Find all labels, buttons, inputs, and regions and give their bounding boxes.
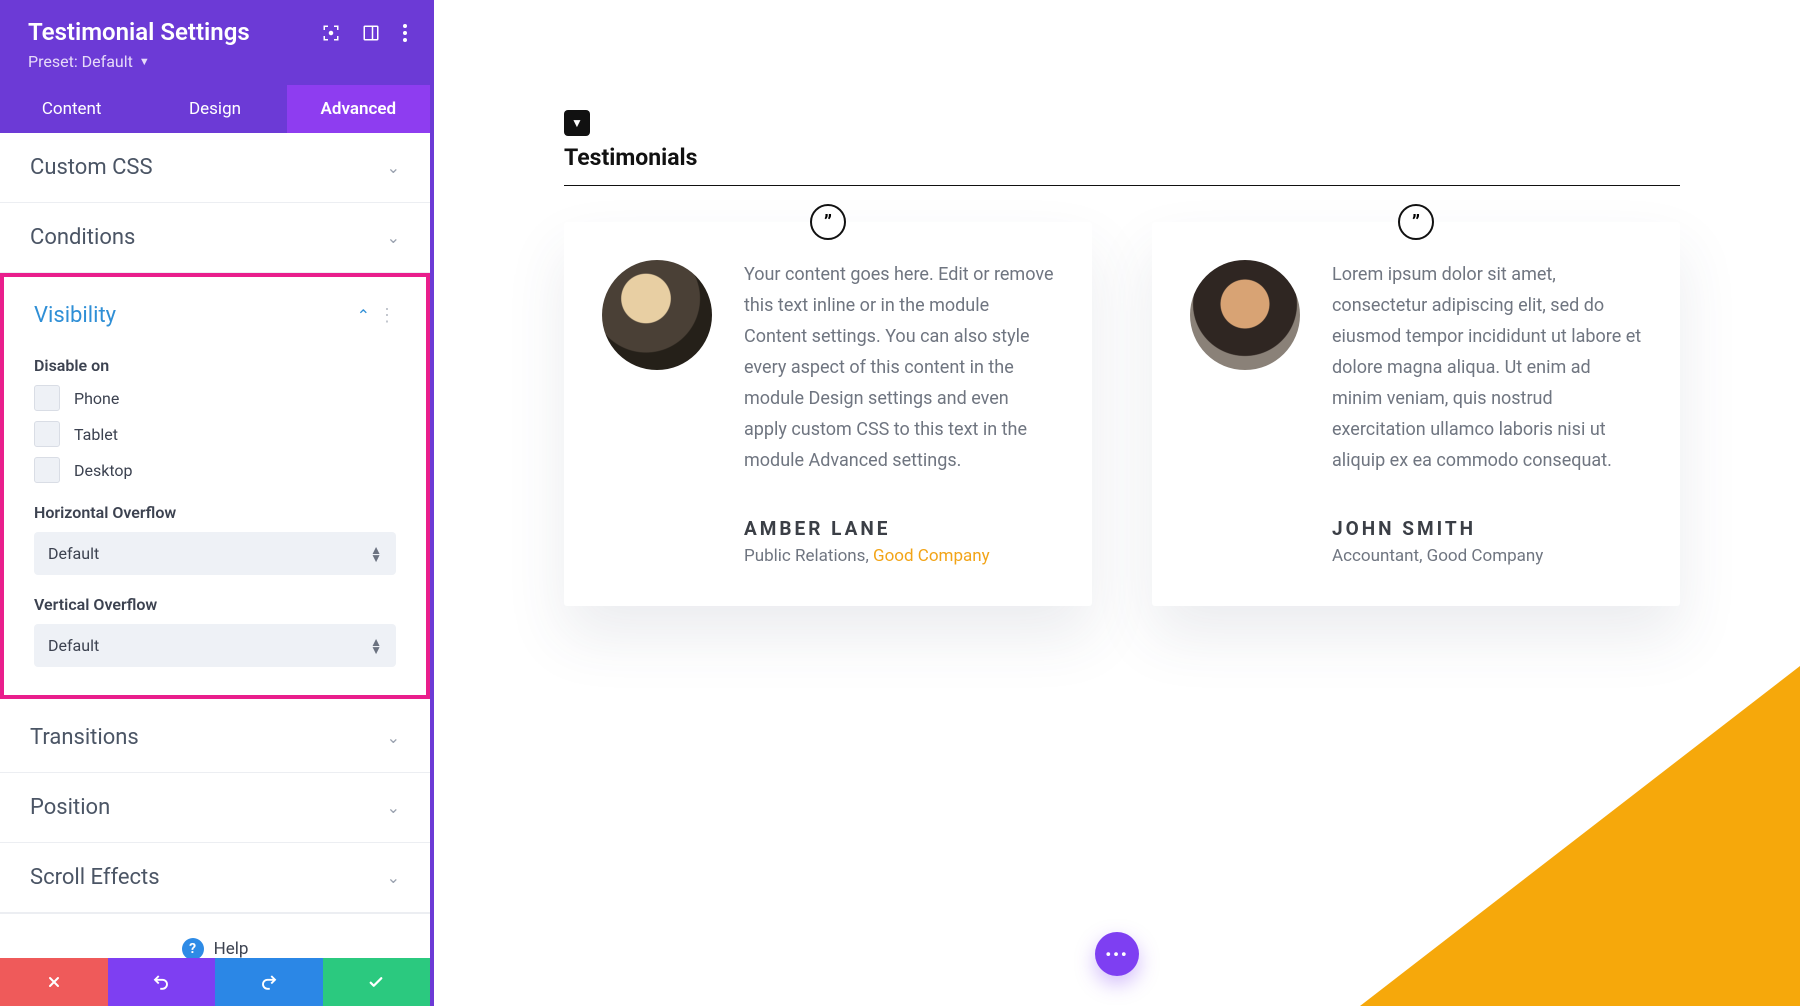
kebab-icon[interactable]: ⋮ bbox=[378, 305, 396, 326]
h-overflow-label: Horizontal Overflow bbox=[34, 503, 396, 522]
tab-advanced[interactable]: Advanced bbox=[287, 85, 430, 133]
section-visibility: Visibility ⌃ ⋮ Disable on Phone Tablet bbox=[0, 273, 430, 699]
section-visibility-header[interactable]: Visibility ⌃ ⋮ bbox=[4, 277, 426, 338]
panel-footer bbox=[0, 958, 430, 1006]
sections-scroll[interactable]: Custom CSS ⌄ Conditions ⌄ Visibility ⌃ ⋮… bbox=[0, 133, 430, 958]
help-label: Help bbox=[214, 939, 249, 958]
updown-icon: ▲▼ bbox=[370, 546, 382, 562]
settings-panel: Testimonial Settings Preset: Default ▼ C… bbox=[0, 0, 434, 1006]
h-overflow-select[interactable]: Default ▲▼ bbox=[34, 532, 396, 575]
panel-layout-icon[interactable] bbox=[362, 24, 380, 42]
author-name: AMBER LANE bbox=[744, 517, 1054, 540]
chevron-down-icon: ⌄ bbox=[387, 728, 400, 747]
collapse-toggle[interactable]: ▼ bbox=[564, 110, 590, 136]
section-label: Transitions bbox=[30, 725, 139, 750]
preview-canvas: ▼ Testimonials ” Your content goes here.… bbox=[434, 0, 1800, 1006]
close-icon bbox=[46, 974, 62, 990]
kebab-icon[interactable] bbox=[402, 24, 408, 42]
redo-button[interactable] bbox=[215, 958, 323, 1006]
v-overflow-label: Vertical Overflow bbox=[34, 595, 396, 614]
cancel-button[interactable] bbox=[0, 958, 108, 1006]
checkbox-label: Tablet bbox=[74, 425, 118, 444]
checkbox-desktop[interactable] bbox=[34, 457, 60, 483]
checkbox-label: Desktop bbox=[74, 461, 133, 480]
quote-icon: ” bbox=[1398, 204, 1434, 240]
panel-header: Testimonial Settings Preset: Default ▼ bbox=[0, 0, 430, 85]
chevron-down-icon: ⌄ bbox=[387, 158, 400, 177]
section-label: Conditions bbox=[30, 225, 135, 250]
testimonial-text: Your content goes here. Edit or remove t… bbox=[744, 260, 1054, 477]
v-overflow-select[interactable]: Default ▲▼ bbox=[34, 624, 396, 667]
author-name: JOHN SMITH bbox=[1332, 517, 1642, 540]
chevron-down-icon: ⌄ bbox=[387, 868, 400, 887]
focus-icon[interactable] bbox=[322, 24, 340, 42]
dots-icon: ••• bbox=[1105, 945, 1128, 964]
updown-icon: ▲▼ bbox=[370, 638, 382, 654]
author-role: Accountant, Good Company bbox=[1332, 546, 1642, 566]
caret-down-icon: ▼ bbox=[139, 55, 150, 68]
section-position[interactable]: Position ⌄ bbox=[0, 773, 430, 843]
checkbox-row-tablet[interactable]: Tablet bbox=[34, 421, 396, 447]
save-button[interactable] bbox=[323, 958, 431, 1006]
author-role: Public Relations, Good Company bbox=[744, 546, 1054, 566]
section-transitions[interactable]: Transitions ⌄ bbox=[0, 703, 430, 773]
quote-icon: ” bbox=[810, 204, 846, 240]
section-heading: Testimonials bbox=[564, 144, 1680, 171]
testimonial-text: Lorem ipsum dolor sit amet, consectetur … bbox=[1332, 260, 1642, 477]
check-icon bbox=[367, 973, 385, 991]
preset-label: Preset: Default bbox=[28, 52, 133, 71]
tab-content[interactable]: Content bbox=[0, 85, 143, 133]
section-scroll-effects[interactable]: Scroll Effects ⌄ bbox=[0, 843, 430, 913]
divider bbox=[564, 185, 1680, 186]
chevron-down-icon: ⌄ bbox=[387, 798, 400, 817]
select-value: Default bbox=[48, 636, 99, 655]
checkbox-phone[interactable] bbox=[34, 385, 60, 411]
company-link[interactable]: Good Company bbox=[873, 546, 990, 566]
testimonial-cards: ” Your content goes here. Edit or remove… bbox=[564, 222, 1680, 606]
checkbox-row-phone[interactable]: Phone bbox=[34, 385, 396, 411]
checkbox-row-desktop[interactable]: Desktop bbox=[34, 457, 396, 483]
tab-bar: Content Design Advanced bbox=[0, 85, 430, 133]
testimonial-card[interactable]: ” Your content goes here. Edit or remove… bbox=[564, 222, 1092, 606]
checkbox-tablet[interactable] bbox=[34, 421, 60, 447]
author-role-text: Public Relations, bbox=[744, 546, 873, 566]
disable-on-label: Disable on bbox=[34, 356, 396, 375]
chevron-down-icon: ⌄ bbox=[387, 228, 400, 247]
tab-design[interactable]: Design bbox=[143, 85, 286, 133]
preset-dropdown[interactable]: Preset: Default ▼ bbox=[28, 52, 150, 71]
section-conditions[interactable]: Conditions ⌄ bbox=[0, 203, 430, 273]
avatar bbox=[1190, 260, 1300, 370]
floating-action-button[interactable]: ••• bbox=[1095, 932, 1139, 976]
undo-button[interactable] bbox=[108, 958, 216, 1006]
avatar bbox=[602, 260, 712, 370]
select-value: Default bbox=[48, 544, 99, 563]
section-custom-css[interactable]: Custom CSS ⌄ bbox=[0, 133, 430, 203]
checkbox-label: Phone bbox=[74, 389, 119, 408]
undo-icon bbox=[152, 973, 170, 991]
section-label: Position bbox=[30, 795, 110, 820]
chevron-up-icon: ⌃ bbox=[357, 306, 370, 325]
testimonial-card[interactable]: ” Lorem ipsum dolor sit amet, consectetu… bbox=[1152, 222, 1680, 606]
section-label: Visibility bbox=[34, 303, 116, 328]
redo-icon bbox=[260, 973, 278, 991]
section-label: Scroll Effects bbox=[30, 865, 160, 890]
help-icon: ? bbox=[182, 938, 204, 958]
decorative-triangle bbox=[1360, 666, 1800, 1006]
section-label: Custom CSS bbox=[30, 155, 153, 180]
help-button[interactable]: ? Help bbox=[0, 913, 430, 958]
